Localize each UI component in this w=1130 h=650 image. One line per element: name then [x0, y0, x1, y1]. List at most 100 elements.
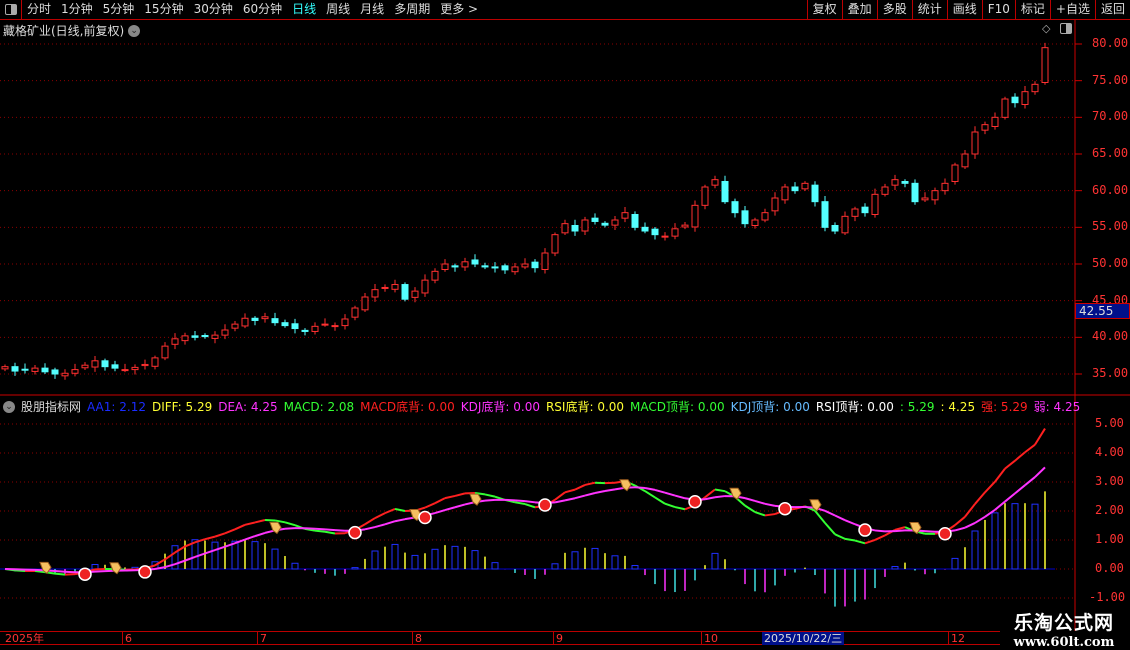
candle: [751, 219, 759, 226]
diff-line: [664, 502, 676, 509]
dea-line: [974, 515, 986, 524]
diff-line: [954, 516, 966, 526]
price-tick: 60.00: [1092, 182, 1129, 197]
price-tick: 65.00: [1092, 146, 1129, 160]
dea-line: [924, 530, 936, 533]
time-label: 8: [412, 632, 422, 645]
candle: [971, 131, 979, 155]
indicator-tick: 0.00: [1095, 561, 1124, 575]
candle: [31, 367, 39, 372]
candle: [881, 186, 889, 195]
candle: [111, 364, 119, 369]
candle: [611, 219, 619, 226]
macd-bar: [571, 551, 579, 570]
candle: [771, 197, 779, 212]
dea-line: [554, 499, 566, 504]
macd-bar: [271, 548, 279, 570]
indicator-tick: 5.00: [1095, 416, 1124, 430]
dea-line: [754, 499, 766, 505]
watermark-line1: 乐淘公式网: [1013, 612, 1114, 634]
candle: [231, 323, 239, 329]
candle: [651, 228, 659, 236]
candle: [1011, 96, 1019, 104]
buy-ball-icon: [938, 526, 952, 541]
indicator-tick: 1.00: [1095, 532, 1124, 546]
diff-line: [564, 488, 576, 494]
diff-line: [984, 481, 996, 493]
macd-bar: [451, 545, 459, 570]
legend-item: MACD顶背: 0.00: [630, 400, 725, 414]
indicator-tick: 3.00: [1095, 474, 1124, 488]
dea-line: [654, 488, 666, 494]
dea-line: [824, 509, 836, 517]
candle: [101, 360, 109, 368]
legend-item: 弱: 4.25: [1033, 400, 1081, 414]
dea-line: [844, 519, 856, 526]
candle: [931, 190, 939, 201]
candle: [181, 335, 189, 342]
diff-line: [184, 541, 196, 548]
diff-line: [484, 493, 496, 498]
legend-item: DEA: 4.25: [218, 399, 278, 414]
candle: [711, 179, 719, 186]
candle: [601, 222, 609, 226]
macd-bar: [891, 565, 899, 570]
candle: [511, 266, 519, 273]
chart-canvas[interactable]: [0, 0, 1130, 650]
diff-line: [524, 503, 536, 509]
macd-bar: [211, 541, 219, 570]
candle: [1, 366, 9, 370]
diff-line: [814, 510, 826, 524]
candle: [241, 317, 249, 327]
dea-line: [94, 570, 106, 573]
diff-line: [444, 494, 456, 500]
candle: [171, 338, 179, 345]
diff-line: [764, 513, 776, 517]
diff-line: [994, 468, 1006, 483]
macd-bar: [991, 512, 999, 570]
candle: [741, 210, 749, 225]
diff-line: [54, 572, 66, 576]
chevron-down-icon[interactable]: ⌄: [3, 400, 15, 413]
macd-bar: [351, 567, 359, 570]
candle: [521, 263, 529, 268]
candle: [371, 289, 379, 298]
candle: [271, 318, 279, 324]
dea-line: [224, 542, 236, 548]
buy-ball-icon: [78, 567, 92, 581]
candle: [631, 214, 639, 228]
diff-line: [254, 519, 266, 524]
candle: [471, 259, 479, 265]
dea-line: [604, 488, 616, 492]
candle: [311, 325, 319, 332]
dea-line: [644, 487, 656, 491]
diff-line: [654, 496, 666, 505]
candle: [351, 307, 359, 318]
candle: [501, 265, 509, 271]
dea-line: [444, 506, 456, 512]
dea-line: [574, 494, 586, 500]
dea-line: [454, 503, 466, 509]
dea-line: [954, 526, 966, 532]
hand-pointer-icon: [109, 562, 122, 575]
legend-item: RSI顶背: 0.00: [815, 400, 894, 414]
candle: [841, 215, 849, 234]
legend-item: KDJ顶背: 0.00: [730, 400, 810, 414]
candle: [591, 217, 599, 222]
macd-bar: [431, 548, 439, 570]
macd-bar: [971, 530, 979, 570]
candle: [821, 201, 829, 228]
legend-item: : 4.25: [940, 399, 976, 414]
dea-line: [194, 552, 206, 558]
candle: [781, 186, 789, 201]
dea-line: [524, 500, 536, 504]
diff-line: [554, 491, 566, 501]
dea-line: [314, 527, 326, 531]
time-axis: 2025年 6 7 8 9 10 2025/10/22/三 12: [0, 631, 1000, 645]
time-label: 12: [948, 632, 965, 645]
diff-line: [324, 530, 336, 535]
macd-bar: [611, 555, 619, 570]
time-label: 7: [257, 632, 267, 645]
dea-line: [714, 495, 726, 499]
diff-line: [234, 523, 246, 531]
